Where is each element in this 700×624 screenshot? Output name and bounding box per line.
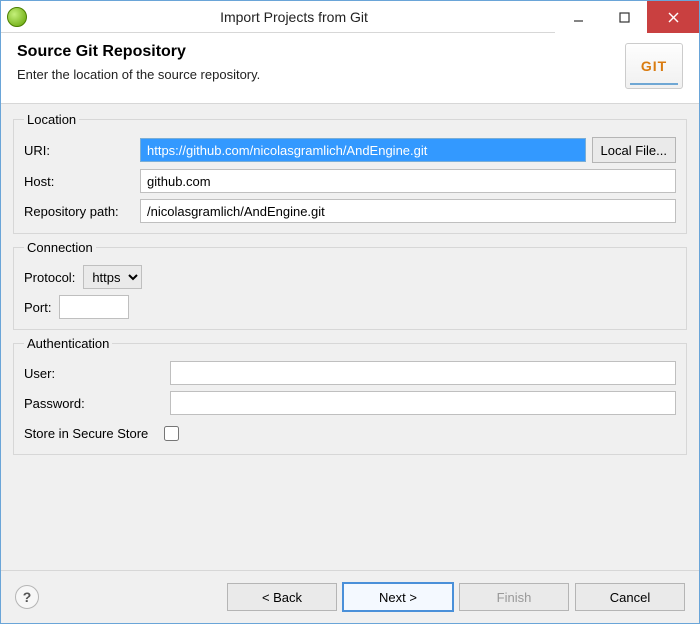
host-input[interactable]	[140, 169, 676, 193]
location-group: Location URI: Local File... Host: Reposi…	[13, 112, 687, 234]
maximize-button[interactable]	[601, 1, 647, 33]
local-file-button[interactable]: Local File...	[592, 137, 676, 163]
page-title: Source Git Repository	[17, 43, 625, 61]
help-icon: ?	[23, 589, 32, 605]
store-secure-checkbox[interactable]	[164, 426, 179, 441]
password-label: Password:	[24, 396, 164, 411]
cancel-button[interactable]: Cancel	[575, 583, 685, 611]
wizard-header: Source Git Repository Enter the location…	[1, 33, 699, 104]
page-description: Enter the location of the source reposit…	[17, 67, 625, 82]
uri-input[interactable]	[140, 138, 586, 162]
repo-path-input[interactable]	[140, 199, 676, 223]
protocol-label: Protocol:	[24, 270, 75, 285]
location-legend: Location	[24, 112, 79, 127]
protocol-select[interactable]: https	[83, 265, 142, 289]
window-controls	[555, 1, 699, 32]
repo-path-label: Repository path:	[24, 204, 134, 219]
help-button[interactable]: ?	[15, 585, 39, 609]
close-icon	[668, 12, 679, 23]
authentication-legend: Authentication	[24, 336, 112, 351]
authentication-group: Authentication User: Password: Store in …	[13, 336, 687, 455]
maximize-icon	[619, 12, 630, 23]
port-input[interactable]	[59, 295, 129, 319]
close-button[interactable]	[647, 1, 699, 33]
port-label: Port:	[24, 300, 51, 315]
password-input[interactable]	[170, 391, 676, 415]
window-title: Import Projects from Git	[33, 9, 555, 25]
minimize-icon	[573, 12, 584, 23]
connection-group: Connection Protocol: https Port:	[13, 240, 687, 330]
next-button[interactable]: Next >	[343, 583, 453, 611]
connection-legend: Connection	[24, 240, 96, 255]
wizard-footer: ? < Back Next > Finish Cancel	[1, 570, 699, 623]
uri-label: URI:	[24, 143, 134, 158]
back-button[interactable]: < Back	[227, 583, 337, 611]
user-label: User:	[24, 366, 164, 381]
host-label: Host:	[24, 174, 134, 189]
title-bar: Import Projects from Git	[1, 1, 699, 33]
git-badge-icon: GIT	[625, 43, 683, 89]
minimize-button[interactable]	[555, 1, 601, 33]
finish-button[interactable]: Finish	[459, 583, 569, 611]
store-secure-label: Store in Secure Store	[24, 426, 148, 441]
user-input[interactable]	[170, 361, 676, 385]
wizard-body: Location URI: Local File... Host: Reposi…	[1, 104, 699, 570]
app-icon	[7, 7, 27, 27]
